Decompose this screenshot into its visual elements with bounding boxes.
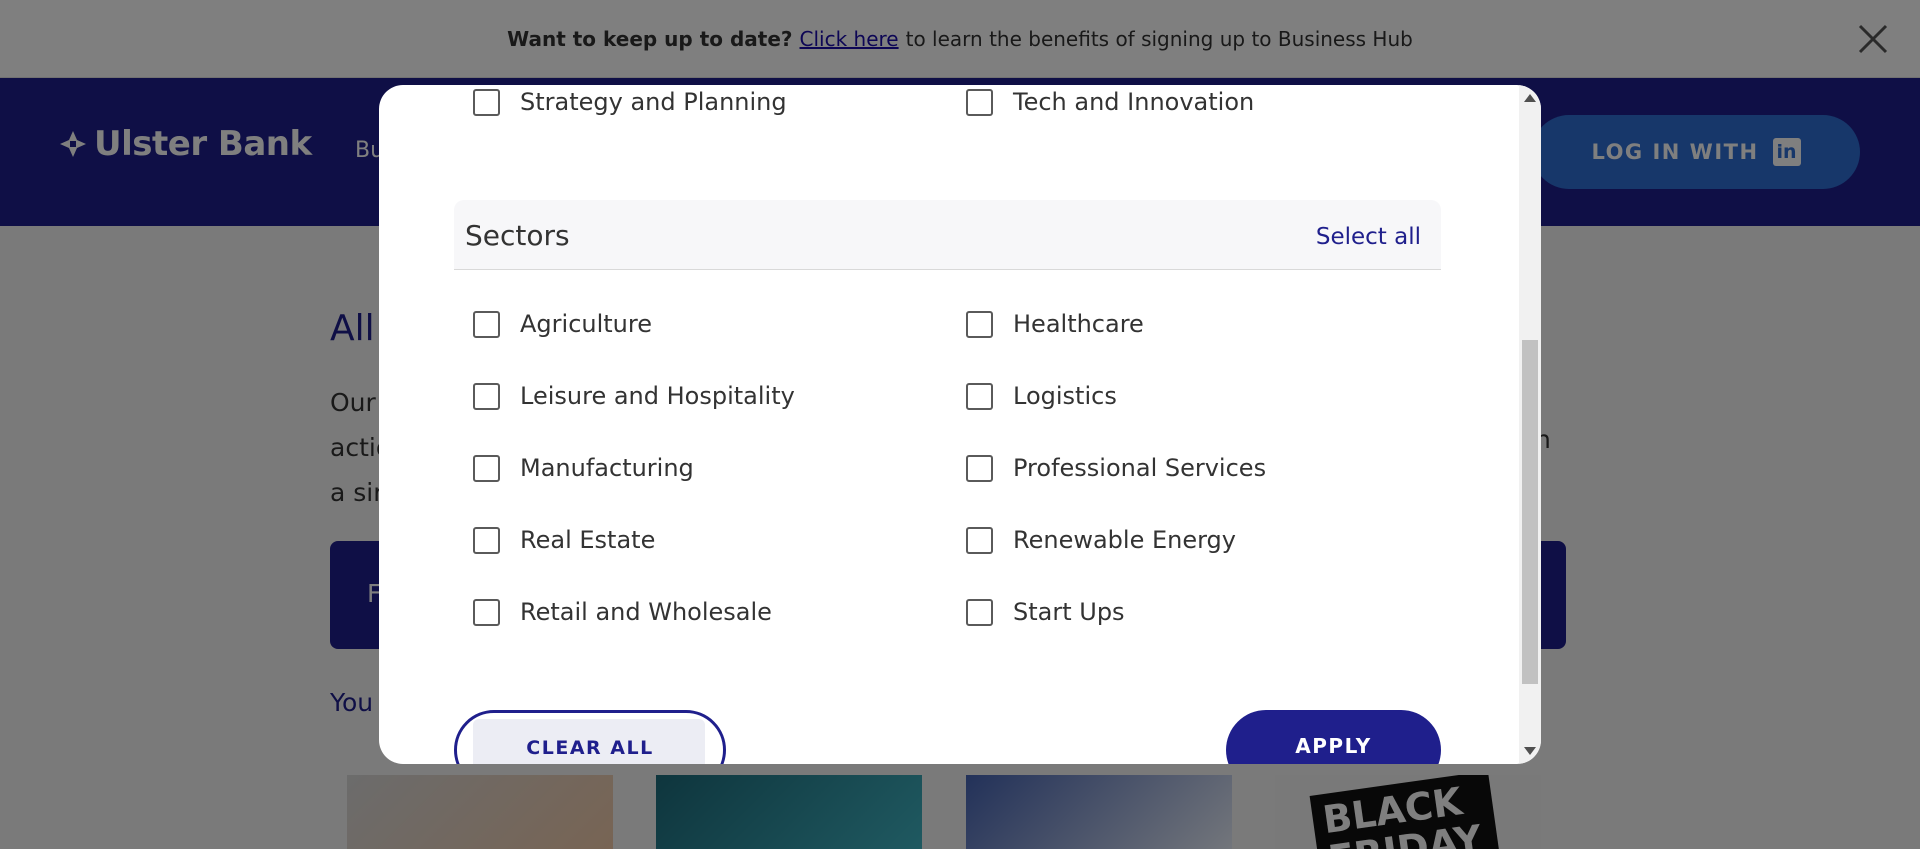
checkbox-option[interactable]: Manufacturing	[473, 454, 694, 482]
sectors-header: Sectors Select all	[454, 200, 1441, 270]
checkbox-label: Renewable Energy	[1013, 526, 1236, 554]
checkbox-option[interactable]: Tech and Innovation	[966, 88, 1254, 116]
checkbox-label: Retail and Wholesale	[520, 598, 772, 626]
checkbox-option[interactable]: Retail and Wholesale	[473, 598, 772, 626]
select-all-link[interactable]: Select all	[1316, 224, 1421, 250]
checkbox-label: Logistics	[1013, 382, 1117, 410]
checkbox-label: Manufacturing	[520, 454, 694, 482]
checkbox-label: Agriculture	[520, 310, 652, 338]
apply-label: APPLY	[1295, 734, 1372, 758]
checkbox-label: Start Ups	[1013, 598, 1125, 626]
checkbox[interactable]	[473, 382, 500, 410]
checkbox-option[interactable]: Start Ups	[966, 598, 1125, 626]
checkbox-option[interactable]: Real Estate	[473, 526, 655, 554]
clear-all-label: CLEAR ALL	[526, 737, 654, 759]
checkbox[interactable]	[966, 88, 993, 116]
checkbox-option[interactable]: Professional Services	[966, 454, 1266, 482]
checkbox-label: Healthcare	[1013, 310, 1144, 338]
checkbox-label: Professional Services	[1013, 454, 1267, 482]
checkbox[interactable]	[966, 310, 993, 338]
checkbox-option[interactable]: Healthcare	[966, 310, 1144, 338]
checkbox[interactable]	[966, 598, 993, 626]
checkbox[interactable]	[473, 454, 500, 482]
checkbox-option[interactable]: Logistics	[966, 382, 1117, 410]
checkbox[interactable]	[473, 526, 500, 554]
clear-all-button[interactable]: CLEAR ALL	[454, 710, 726, 764]
checkbox[interactable]	[473, 598, 500, 626]
filter-modal: Strategy and Planning Tech and Innovatio…	[379, 85, 1541, 764]
checkbox-option[interactable]: Leisure and Hospitality	[473, 382, 795, 410]
checkbox[interactable]	[473, 310, 500, 338]
checkbox-option[interactable]: Strategy and Planning	[473, 88, 787, 116]
apply-button[interactable]: APPLY	[1226, 710, 1441, 764]
checkbox[interactable]	[966, 382, 993, 410]
checkbox[interactable]	[473, 88, 500, 116]
checkbox-label: Leisure and Hospitality	[520, 382, 795, 410]
checkbox-label: Tech and Innovation	[1013, 88, 1255, 116]
sectors-title: Sectors	[465, 219, 570, 252]
checkbox[interactable]	[966, 454, 993, 482]
checkbox-option[interactable]: Agriculture	[473, 310, 652, 338]
scroll-down-icon[interactable]	[1524, 747, 1536, 755]
checkbox-label: Strategy and Planning	[520, 88, 787, 116]
modal-scrollbar[interactable]	[1519, 85, 1541, 764]
checkbox[interactable]	[966, 526, 993, 554]
checkbox-label: Real Estate	[520, 526, 656, 554]
scrollbar-thumb[interactable]	[1522, 340, 1538, 684]
scroll-up-icon[interactable]	[1524, 94, 1536, 102]
checkbox-option[interactable]: Renewable Energy	[966, 526, 1236, 554]
